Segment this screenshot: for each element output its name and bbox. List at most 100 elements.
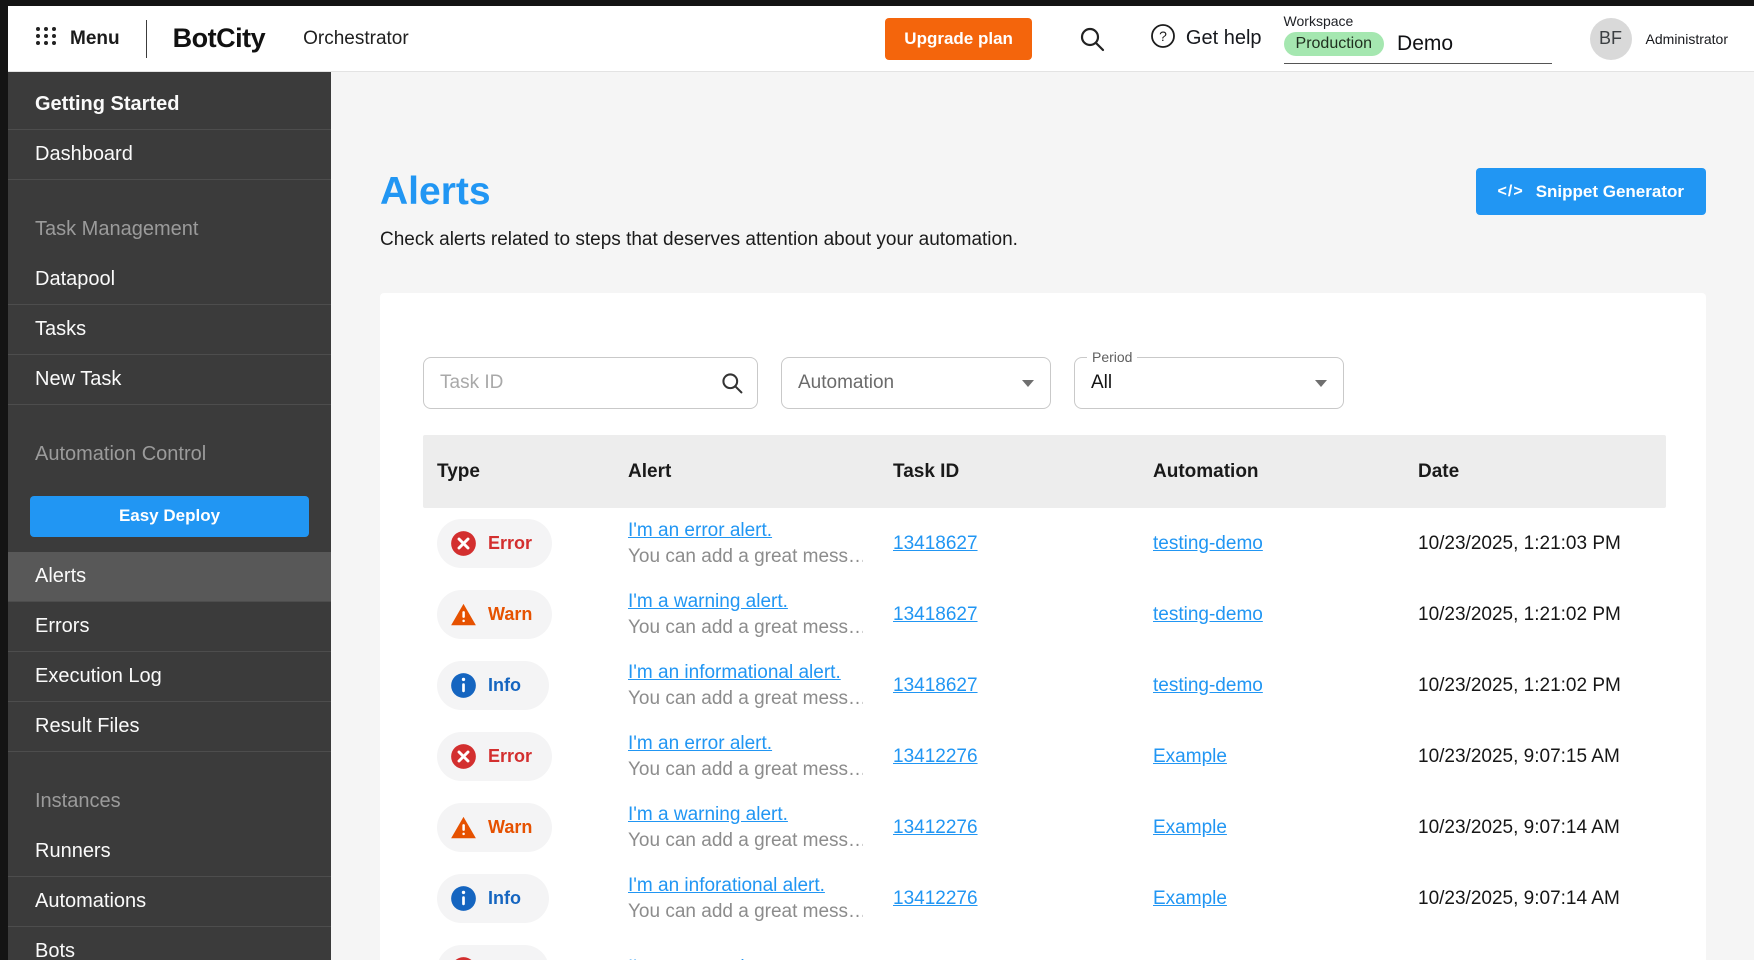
task-id-link[interactable]: 13418627 [893,604,978,625]
alert-type-label: Warn [488,817,533,837]
task-id-input[interactable] [423,357,758,409]
automation-link[interactable]: testing-demo [1153,533,1263,554]
sidebar-item-label: Runners [35,840,111,862]
table-row: Warn I'm a warning alert. You can add a … [423,579,1666,650]
type-cell: Info [437,661,628,710]
alert-cell: I'm a warning alert. You can add a great… [628,804,893,852]
automation-select-placeholder: Automation [798,372,895,393]
table-row: Info I'm an informational alert. You can… [423,650,1666,721]
sidebar-item[interactable]: Result Files [8,702,331,752]
sidebar-item-label: Bots [35,940,76,960]
sidebar-item-label: Dashboard [35,143,133,165]
automation-link[interactable]: Example [1153,888,1227,909]
get-help-label: Get help [1185,27,1262,49]
task-id-cell: 13412276 [893,817,1153,839]
alert-description: You can add a great mess… [628,829,863,851]
column-header: Task ID [893,460,960,482]
sidebar-item[interactable]: Automations [8,877,331,927]
period-select[interactable]: Period All [1074,349,1344,409]
search-icon[interactable] [720,371,744,400]
date-cell: 10/23/2025, 1:21:02 PM [1418,674,1621,696]
alert-description: You can add a great mess… [628,758,863,780]
sidebar-item[interactable]: Bots [8,927,331,960]
task-id-cell: 13412276 [893,746,1153,768]
automation-cell: testing-demo [1153,675,1418,697]
task-id-filter [423,357,758,409]
sidebar-item[interactable]: Errors [8,602,331,652]
alert-cell: I'm an informational alert. You can add … [628,662,893,710]
alert-title-link[interactable]: I'm an informational alert. [628,662,863,684]
get-help-button[interactable]: ? Get help [1150,23,1262,54]
date-cell: 10/23/2025, 9:07:14 AM [1418,816,1620,838]
app-window: Menu BotCity Orchestrator Upgrade plan ? [0,0,1754,960]
table-row: Error I'm an error alert. You can add a … [423,721,1666,792]
alert-cell: I'm an error alert. [628,957,893,960]
type-cell: Error [437,732,628,781]
menu-button[interactable]: Menu [34,24,120,53]
sidebar-item[interactable]: Alerts [8,552,331,602]
snippet-generator-button[interactable]: </> Snippet Generator [1475,168,1706,215]
automation-link[interactable]: testing-demo [1153,675,1263,696]
brand-logo[interactable]: BotCity [173,23,266,54]
alert-title-link[interactable]: I'm an error alert. [628,520,863,542]
alert-title-link[interactable]: I'm a warning alert. [628,804,863,826]
topbar-divider [145,19,147,58]
error-icon [450,530,477,557]
user-menu[interactable]: BF Administrator [1589,17,1728,60]
sidebar-item[interactable]: Instances [8,752,331,827]
page-subtitle: Check alerts related to steps that deser… [380,229,1018,250]
easy-deploy-button[interactable]: Easy Deploy [30,495,309,537]
automation-cell: Example [1153,746,1418,768]
sidebar-item[interactable]: Tasks [8,305,331,355]
sidebar-item[interactable]: Runners [8,827,331,877]
alert-title-link[interactable]: I'm an error alert. [628,957,863,960]
column-header: Date [1418,460,1460,482]
sidebar-item[interactable]: Execution Log [8,652,331,702]
automation-select[interactable]: Automation [781,357,1051,409]
alert-type-label: Error [488,746,533,766]
task-id-link[interactable]: 13412276 [893,817,978,838]
task-id-link[interactable]: 13412276 [893,888,978,909]
alert-cell: I'm a warning alert. You can add a great… [628,591,893,639]
alerts-card: Automation Period All Type Alert [380,293,1706,960]
sidebar-item[interactable]: Dashboard [8,130,331,180]
period-value: All [1091,372,1113,393]
page-title: Alerts [380,169,491,213]
search-icon[interactable] [1078,25,1106,53]
table-header: Type Alert Task ID Automation Date [423,435,1666,508]
alert-title-link[interactable]: I'm a warning alert. [628,591,863,613]
avatar: BF [1589,17,1632,60]
alert-title-link[interactable]: I'm an inforational alert. [628,875,863,897]
alert-description: You can add a great mess… [628,545,863,567]
sidebar-item[interactable]: Easy Deploy [8,480,331,552]
sidebar-item[interactable]: Task Management [8,180,331,255]
main-content: Alerts </> Snippet Generator Check alert… [331,72,1754,960]
upgrade-plan-button[interactable]: Upgrade plan [885,17,1032,60]
sidebar-item-label: Datapool [35,268,116,290]
chevron-down-icon [1315,379,1327,387]
alert-cell: I'm an error alert. You can add a great … [628,733,893,781]
sidebar-item[interactable]: Datapool [8,255,331,305]
date-cell: 10/23/2025, 9:07:14 AM [1418,887,1620,909]
table-row: Warn I'm a warning alert. You can add a … [423,792,1666,863]
date-cell: 10/23/2025, 1:21:02 PM [1418,603,1621,625]
sidebar-item[interactable]: Getting Started [8,80,331,130]
automation-link[interactable]: Example [1153,746,1227,767]
alert-type-label: Error [488,533,533,553]
automation-link[interactable]: Example [1153,817,1227,838]
sidebar-item[interactable]: New Task [8,355,331,405]
alert-title-link[interactable]: I'm an error alert. [628,733,863,755]
svg-text:?: ? [1159,28,1167,44]
sidebar-item[interactable]: Automation Control [8,405,331,480]
filters-bar: Automation Period All [423,349,1666,409]
type-cell: Warn [437,803,628,852]
column-header: Automation [1153,460,1259,482]
column-header: Alert [628,460,672,482]
automation-link[interactable]: testing-demo [1153,604,1263,625]
task-id-link[interactable]: 13418627 [893,675,978,696]
task-id-link[interactable]: 13418627 [893,533,978,554]
task-id-link[interactable]: 13412276 [893,746,978,767]
warning-icon [450,814,477,841]
workspace-select[interactable]: Workspace Production Demo [1283,13,1552,64]
type-cell: Warn [437,590,628,639]
